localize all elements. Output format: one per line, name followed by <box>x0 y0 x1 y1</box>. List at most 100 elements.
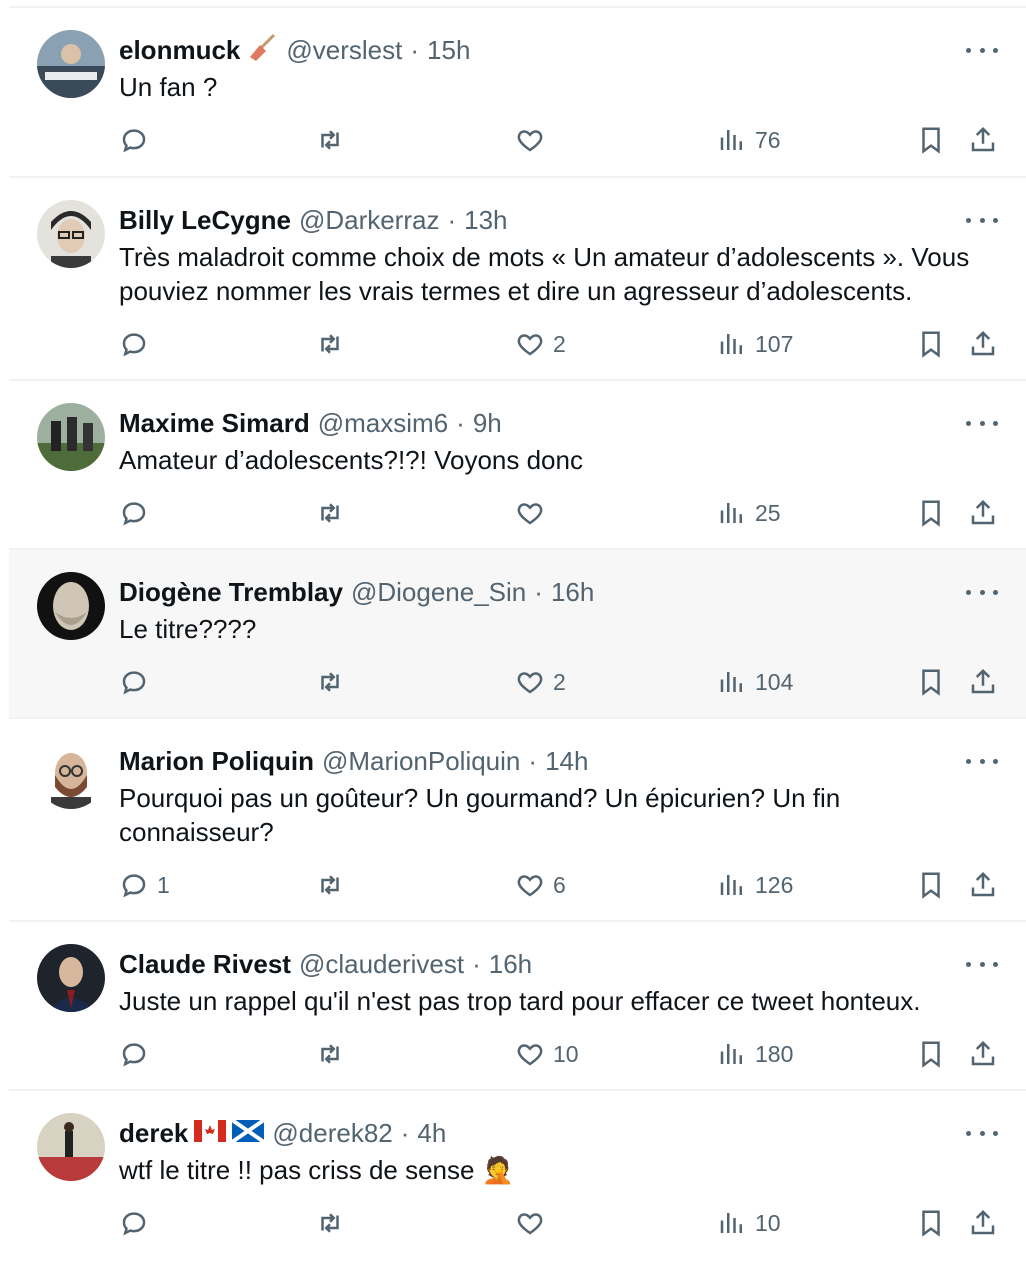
timestamp[interactable]: 4h <box>417 1118 446 1149</box>
share-button[interactable] <box>968 326 998 362</box>
avatar[interactable] <box>37 30 105 98</box>
more-options-icon[interactable] <box>966 1119 998 1147</box>
reply-text: Juste un rappel qu'il n'est pas trop tar… <box>119 986 921 1016</box>
more-options-icon[interactable] <box>966 206 998 234</box>
reply-item[interactable]: Maxime Simard @maxsim6 · 9h Amateur d’ad… <box>9 379 1026 548</box>
reply-header: Claude Rivest @clauderivest · 16h <box>119 946 532 982</box>
avatar[interactable] <box>37 944 105 1012</box>
more-options-icon[interactable] <box>966 950 998 978</box>
retweet-button[interactable] <box>315 1205 353 1241</box>
like-button[interactable] <box>515 122 553 158</box>
retweet-icon <box>321 1213 339 1233</box>
view-count: 180 <box>755 1040 794 1067</box>
share-button[interactable] <box>968 867 998 903</box>
author-handle[interactable]: @verslest <box>286 35 402 66</box>
views-button[interactable]: 107 <box>717 326 793 362</box>
views-button[interactable]: 126 <box>717 867 793 903</box>
author-handle[interactable]: @derek82 <box>272 1118 392 1149</box>
reply-text: Amateur d’adolescents?!?! Voyons donc <box>119 445 583 475</box>
reply-button[interactable]: 1 <box>119 867 170 903</box>
share-icon <box>971 330 995 356</box>
retweet-button[interactable] <box>315 122 353 158</box>
share-button[interactable] <box>968 664 998 700</box>
bookmark-button[interactable] <box>916 326 946 362</box>
share-button[interactable] <box>968 495 998 531</box>
share-button[interactable] <box>968 1036 998 1072</box>
avatar[interactable] <box>37 1113 105 1181</box>
reply-header: derek @derek82 · 4h <box>119 1115 446 1151</box>
timestamp[interactable]: 13h <box>464 205 507 236</box>
author-name[interactable]: Billy LeCygne <box>119 205 291 236</box>
timestamp[interactable]: 15h <box>427 35 470 66</box>
bookmark-button[interactable] <box>916 867 946 903</box>
reply-item[interactable]: Diogène Tremblay @Diogene_Sin · 16h Le t… <box>9 548 1026 717</box>
like-button[interactable]: 10 <box>515 1036 579 1072</box>
bookmark-button[interactable] <box>916 495 946 531</box>
author-name[interactable]: Diogène Tremblay <box>119 577 343 608</box>
author-name[interactable]: Marion Poliquin <box>119 746 314 777</box>
heart-icon <box>517 503 543 525</box>
author-name[interactable]: derek <box>119 1118 188 1149</box>
author-name[interactable]: Maxime Simard <box>119 408 310 439</box>
like-button[interactable] <box>515 1205 553 1241</box>
more-options-icon[interactable] <box>966 747 998 775</box>
reply-button[interactable] <box>119 326 157 362</box>
timestamp[interactable]: 16h <box>551 577 594 608</box>
like-button[interactable]: 2 <box>515 326 566 362</box>
action-bar: 76 <box>119 122 998 158</box>
bookmark-icon <box>922 127 940 154</box>
like-button[interactable]: 6 <box>515 867 566 903</box>
reply-item[interactable]: Claude Rivest @clauderivest · 16h Juste … <box>9 920 1026 1089</box>
views-button[interactable]: 10 <box>717 1205 781 1241</box>
like-button[interactable]: 2 <box>515 664 566 700</box>
view-count: 107 <box>755 330 794 357</box>
avatar[interactable] <box>37 200 105 268</box>
reply-button[interactable] <box>119 495 157 531</box>
share-button[interactable] <box>968 1205 998 1241</box>
reply-button[interactable] <box>119 664 157 700</box>
retweet-button[interactable] <box>315 664 353 700</box>
author-handle[interactable]: @maxsim6 <box>318 408 448 439</box>
avatar[interactable] <box>37 572 105 640</box>
author-handle[interactable]: @Diogene_Sin <box>351 577 526 608</box>
more-options-icon[interactable] <box>966 578 998 606</box>
avatar[interactable] <box>37 741 105 809</box>
avatar[interactable] <box>37 403 105 471</box>
timestamp[interactable]: 14h <box>545 746 588 777</box>
reply-item[interactable]: Billy LeCygne @Darkerraz · 13h Très mala… <box>9 176 1026 379</box>
more-options-icon[interactable] <box>966 36 998 64</box>
retweet-button[interactable] <box>315 1036 353 1072</box>
author-handle[interactable]: @clauderivest <box>299 949 464 980</box>
bookmark-button[interactable] <box>916 664 946 700</box>
timestamp[interactable]: 16h <box>489 949 532 980</box>
like-button[interactable] <box>515 495 553 531</box>
bookmark-button[interactable] <box>916 1036 946 1072</box>
share-button[interactable] <box>968 122 998 158</box>
author-name[interactable]: Claude Rivest <box>119 949 291 980</box>
reply-header: elonmuck @verslest · 15h <box>119 32 470 68</box>
reply-text: wtf le titre !! pas criss de sense 🤦 <box>119 1155 515 1185</box>
action-bar: 10 180 <box>119 1036 998 1072</box>
timestamp[interactable]: 9h <box>473 408 502 439</box>
retweet-button[interactable] <box>315 867 353 903</box>
more-options-icon[interactable] <box>966 409 998 437</box>
views-button[interactable]: 76 <box>717 122 781 158</box>
retweet-button[interactable] <box>315 495 353 531</box>
reply-item[interactable]: Marion Poliquin @MarionPoliquin · 14h Po… <box>9 717 1026 920</box>
reply-button[interactable] <box>119 1036 157 1072</box>
author-handle[interactable]: @Darkerraz <box>299 205 440 236</box>
reply-icon <box>122 1212 146 1236</box>
bookmark-button[interactable] <box>916 1205 946 1241</box>
reply-item[interactable]: derek @derek82 · 4h wtf le titre !! pas … <box>9 1089 1026 1264</box>
author-handle[interactable]: @MarionPoliquin <box>322 746 520 777</box>
retweet-button[interactable] <box>315 326 353 362</box>
heart-icon <box>517 130 543 152</box>
views-button[interactable]: 25 <box>717 495 781 531</box>
reply-item[interactable]: elonmuck @verslest · 15h Un fan ? 76 <box>9 6 1026 176</box>
views-button[interactable]: 104 <box>717 664 793 700</box>
reply-button[interactable] <box>119 1205 157 1241</box>
bookmark-button[interactable] <box>916 122 946 158</box>
author-name[interactable]: elonmuck <box>119 35 240 66</box>
views-button[interactable]: 180 <box>717 1036 793 1072</box>
reply-button[interactable] <box>119 122 157 158</box>
